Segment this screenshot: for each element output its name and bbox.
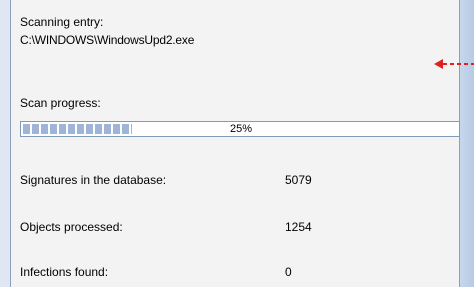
- signatures-label: Signatures in the database:: [20, 173, 167, 187]
- scan-progress-percent: 25%: [229, 123, 253, 135]
- dashed-arrow-left-icon: [434, 59, 474, 69]
- signatures-value: 5079: [285, 173, 312, 187]
- scan-status-panel: Scanning entry: C:\WINDOWS\WindowsUpd2.e…: [10, 0, 460, 287]
- objects-processed-value: 1254: [285, 220, 312, 234]
- objects-processed-label: Objects processed:: [20, 220, 123, 234]
- scan-progress-label: Scan progress:: [20, 96, 101, 110]
- infections-found-value: 0: [285, 265, 292, 279]
- scan-progress-bar: 25%: [20, 121, 460, 137]
- scanning-entry-path: C:\WINDOWS\WindowsUpd2.exe: [20, 33, 195, 47]
- scanning-entry-label: Scanning entry:: [20, 15, 104, 29]
- infections-found-label: Infections found:: [20, 265, 109, 279]
